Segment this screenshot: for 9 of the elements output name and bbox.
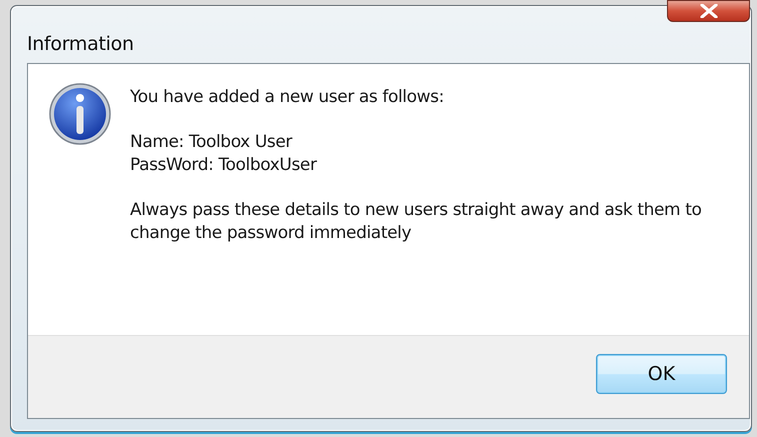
close-icon [700,4,718,18]
message-text: Name: Toolbox User [130,131,294,154]
ok-button[interactable]: OK [596,354,727,394]
information-icon [48,82,112,146]
message-text: PassWord: ToolboxUser [130,154,318,177]
message-text: You have added a new user as follows: [130,86,445,109]
message-text: Always pass these details to new users straight away and ask them to change the password immediately [130,199,702,245]
window-title: Information [27,33,134,55]
close-button[interactable] [667,0,750,22]
